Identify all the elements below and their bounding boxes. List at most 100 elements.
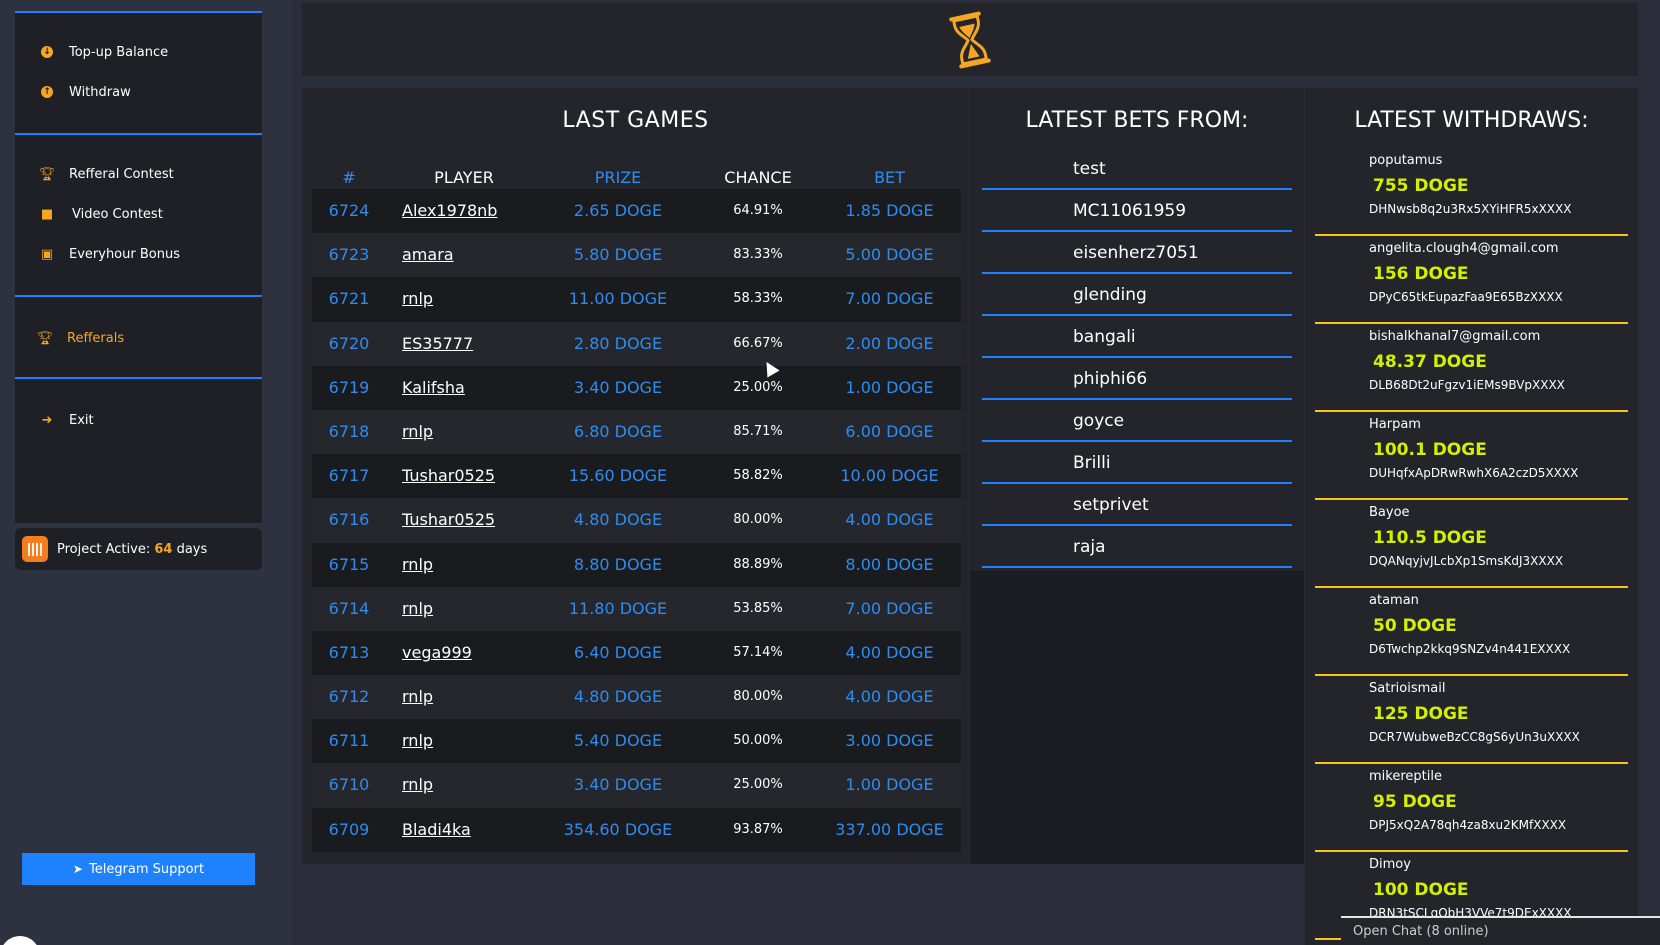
game-bet: 1.00 DOGE	[845, 377, 934, 397]
withdraw-user: mikereptile	[1369, 769, 1442, 784]
game-chance: 57.14%	[733, 644, 783, 660]
withdraw-user: Harpam	[1369, 417, 1421, 432]
game-chance: 93.87%	[733, 821, 783, 837]
withdraw-amount: 125 DOGE	[1373, 704, 1469, 724]
sidebar-item-label: Refferals	[67, 330, 125, 346]
game-bet: 1.85 DOGE	[845, 201, 934, 220]
sidebar-item-exit[interactable]: ➜ Exit	[15, 412, 94, 428]
player-link[interactable]: rnlp	[390, 410, 538, 454]
latest-withdraws-title: LATEST WITHDRAWS:	[1354, 108, 1589, 133]
game-prize: 3.40 DOGE	[573, 377, 663, 397]
game-id: 6719	[328, 377, 370, 397]
game-prize: 5.40 DOGE	[573, 731, 663, 751]
game-id: 6716	[328, 510, 370, 530]
sign-out-icon: ➜	[41, 412, 53, 428]
game-bet: 7.00 DOGE	[845, 598, 934, 618]
list-item: Brilli	[982, 442, 1292, 484]
arrow-circle-up-icon: ↑	[39, 84, 55, 100]
list-item: phiphi66	[982, 358, 1292, 400]
withdraw-address: D6Twchp2kkq9SNZv4n441EXXXX	[1369, 642, 1571, 656]
sidebar-item-label: Video Contest	[72, 206, 163, 222]
withdraw-address: DHNwsb8q2u3Rx5XYiHFR5xXXXX	[1369, 202, 1572, 216]
withdraw-amount: 156 DOGE	[1373, 264, 1469, 284]
header-player: PLAYER	[434, 168, 494, 187]
loading-bar	[302, 3, 1638, 76]
sidebar-item-refferals[interactable]: 🏆︎ Refferals	[15, 330, 124, 346]
list-item: bishalkhanal7@gmail.com 48.37 DOGE DLB68Dt…	[1315, 324, 1628, 412]
table-row: 6714 rnlp 11.80 DOGE 53.85% 7.00 DOGE	[312, 586, 961, 631]
withdraw-user: ataman	[1369, 593, 1419, 608]
game-bet: 4.00 DOGE	[845, 642, 934, 662]
game-bet: 3.00 DOGE	[845, 731, 934, 751]
withdraw-amount: 95 DOGE	[1373, 792, 1457, 812]
table-row: 6724 Alex1978nb 2.65 DOGE 64.91% 1.85 DOGE	[312, 189, 961, 234]
video-camera-icon: ■	[40, 206, 54, 222]
player-link[interactable]: rnlp	[390, 675, 538, 719]
game-prize: 354.60 DOGE	[563, 819, 673, 839]
sidebar-item-video-contest[interactable]: ■ Video Contest	[15, 206, 163, 222]
latest-bets-title: LATEST BETS FROM:	[1025, 108, 1249, 133]
game-chance: 80.00%	[733, 689, 783, 705]
game-id: 6724	[328, 201, 370, 220]
list-item: Harpam 100.1 DOGE DUHqfxApDRwRwhX6A2czD5XX…	[1315, 412, 1628, 500]
game-chance: 85.71%	[733, 423, 783, 439]
player-link[interactable]: rnlp	[390, 543, 538, 587]
withdraw-amount: 755 DOGE	[1373, 176, 1469, 196]
arrow-circle-down-icon: ↓	[39, 44, 55, 60]
sidebar-item-everyhour-bonus[interactable]: ▣ Everyhour Bonus	[15, 246, 180, 262]
gift-icon: ▣	[40, 246, 54, 262]
withdraw-address: DUHqfxApDRwRwhX6A2czD5XXXX	[1369, 466, 1579, 480]
game-prize: 2.65 DOGE	[573, 201, 663, 220]
list-item: raja	[982, 526, 1292, 568]
latest-bets-panel: LATEST BETS FROM: test MC11061959 eisenher…	[970, 88, 1304, 571]
game-id: 6717	[328, 466, 370, 486]
game-chance: 64.91%	[733, 203, 783, 218]
withdraw-user: Satrioismail	[1369, 681, 1446, 696]
list-item: Satrioismail 125 DOGE DCR7WubweBzCC8gS6yUn…	[1315, 676, 1628, 764]
game-bet: 5.00 DOGE	[845, 245, 934, 265]
player-link[interactable]: vega999	[390, 631, 538, 675]
open-chat-button[interactable]: Open Chat (8 online)	[1341, 916, 1660, 945]
game-id: 6720	[328, 333, 370, 353]
player-link[interactable]: Alex1978nb	[390, 189, 538, 233]
header-prize: PRIZE	[594, 168, 642, 187]
sidebar-item-topup[interactable]: ↓ Top-up Balance	[15, 44, 168, 60]
game-id: 6712	[328, 687, 370, 707]
player-link[interactable]: rnlp	[390, 587, 538, 631]
withdraw-address: DCR7WubweBzCC8gS6yUn3uXXXX	[1369, 730, 1580, 744]
game-prize: 11.00 DOGE	[568, 289, 668, 309]
sidebar-item-label: Exit	[69, 412, 94, 428]
withdraw-amount: 50 DOGE	[1373, 616, 1457, 636]
table-row: 6719 Kalifsha 3.40 DOGE 25.00% 1.00 DOGE	[312, 365, 961, 410]
sidebar-item-label: Top-up Balance	[69, 44, 169, 60]
player-link[interactable]: rnlp	[390, 763, 538, 807]
withdraw-amount: 48.37 DOGE	[1373, 352, 1487, 372]
calendar-icon	[22, 536, 48, 562]
player-link[interactable]: Bladi4ka	[390, 808, 538, 852]
withdraw-user: angelita.clough4@gmail.com	[1369, 241, 1559, 256]
table-row: 6710 rnlp 3.40 DOGE 25.00% 1.00 DOGE	[312, 763, 961, 808]
header-id: #	[342, 168, 356, 187]
game-chance: 58.82%	[733, 468, 783, 484]
game-chance: 25.00%	[733, 379, 783, 395]
game-chance: 66.67%	[733, 335, 783, 351]
telegram-support-button[interactable]: ➤ Telegram Support	[22, 853, 255, 885]
player-link[interactable]: Tushar0525	[390, 498, 538, 542]
list-item: goyce	[982, 400, 1292, 442]
player-link[interactable]: Tushar0525	[390, 454, 538, 498]
player-link[interactable]: rnlp	[390, 719, 538, 763]
sidebar-item-label: Everyhour Bonus	[69, 246, 180, 262]
game-chance: 58.33%	[733, 291, 783, 307]
list-item: MC11061959	[982, 190, 1292, 232]
game-chance: 88.89%	[733, 556, 783, 572]
sidebar-item-withdraw[interactable]: ↑ Withdraw	[15, 84, 131, 100]
player-link[interactable]: amara	[390, 233, 538, 277]
player-link[interactable]: rnlp	[390, 277, 538, 321]
sidebar-item-refferal-contest[interactable]: 🏆︎ Refferal Contest	[15, 166, 174, 182]
player-link[interactable]: ES35777	[390, 322, 538, 366]
hourglass-icon	[949, 11, 991, 68]
player-link[interactable]: Kalifsha	[390, 366, 538, 410]
withdraw-address: DQANqyjvJLcbXp1SmsKdJ3XXXX	[1369, 554, 1564, 568]
game-prize: 3.40 DOGE	[573, 775, 663, 795]
withdraw-user: Bayoe	[1369, 505, 1410, 520]
